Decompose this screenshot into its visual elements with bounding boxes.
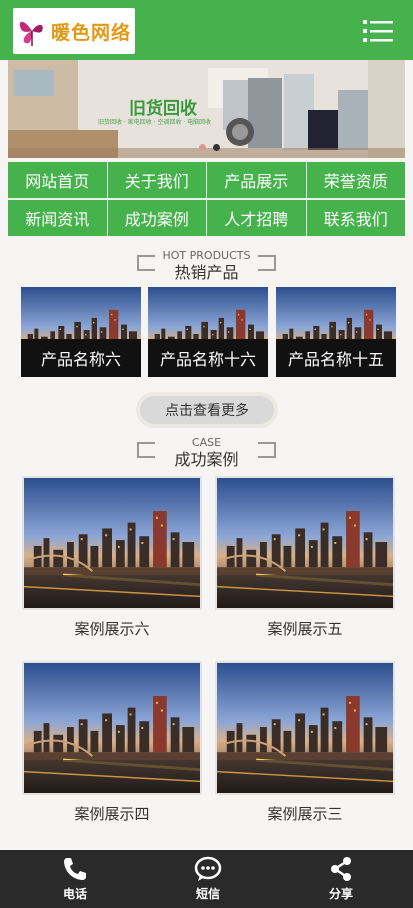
nav-item-jobs[interactable]: 人才招聘 xyxy=(207,200,306,236)
logo[interactable]: 暖色网络 xyxy=(13,8,135,54)
view-more-button[interactable]: 点击查看更多 xyxy=(140,396,274,424)
product-card[interactable]: 产品名称十五 xyxy=(276,287,396,377)
share-button[interactable]: 分享 xyxy=(272,850,410,908)
nav-item-products[interactable]: 产品展示 xyxy=(207,162,306,198)
case-name[interactable]: 案例展示五 xyxy=(215,618,395,639)
product-card[interactable]: 产品名称十六 xyxy=(148,287,268,377)
nav-item-about[interactable]: 关于我们 xyxy=(107,162,206,198)
call-button[interactable]: 电话 xyxy=(6,850,144,908)
logo-text: 暖色网络 xyxy=(51,21,132,44)
cases-heading-zh: 成功案例 xyxy=(174,450,239,469)
chat-icon xyxy=(194,856,222,881)
nav-item-news[interactable]: 新闻资讯 xyxy=(8,200,107,236)
sms-label: 短信 xyxy=(195,887,220,901)
case-image xyxy=(24,478,200,608)
nav-item-home[interactable]: 网站首页 xyxy=(8,162,107,198)
bottom-toolbar: 电话 短信 分享 xyxy=(0,850,413,908)
carousel-dot[interactable] xyxy=(199,144,206,151)
butterfly-logo-icon xyxy=(19,21,43,46)
phone-icon xyxy=(64,858,86,880)
case-name[interactable]: 案例展示三 xyxy=(215,803,395,824)
cases-section-heading: CASE 成功案例 xyxy=(0,436,413,470)
main-nav: 网站首页 关于我们 产品展示 荣誉资质 新闻资讯 成功案例 人才招聘 联系我们 xyxy=(8,162,405,236)
header: 暖色网络 xyxy=(0,0,413,60)
call-label: 电话 xyxy=(62,887,87,901)
case-card[interactable] xyxy=(22,476,202,610)
case-card[interactable] xyxy=(215,661,395,795)
case-card[interactable] xyxy=(215,476,395,610)
products-section-heading: HOT PRODUCTS 热销产品 xyxy=(0,249,413,283)
products-heading-zh: 热销产品 xyxy=(174,263,239,282)
banner-subtitle: 旧货回收 · 家电回收 · 空调回收 · 电脑回收 xyxy=(98,119,212,126)
banner-image xyxy=(8,60,405,158)
product-card[interactable]: 产品名称六 xyxy=(21,287,141,377)
case-image xyxy=(217,663,393,793)
share-label: 分享 xyxy=(328,887,353,901)
nav-item-contact[interactable]: 联系我们 xyxy=(306,200,405,236)
case-name[interactable]: 案例展示六 xyxy=(22,618,202,639)
hero-banner[interactable]: 旧货回收 旧货回收 · 家电回收 · 空调回收 · 电脑回收 xyxy=(8,60,405,158)
nav-item-honors[interactable]: 荣誉资质 xyxy=(306,162,405,198)
case-image xyxy=(217,478,393,608)
case-name[interactable]: 案例展示四 xyxy=(22,803,202,824)
carousel-dot-active[interactable] xyxy=(213,144,220,151)
product-name: 产品名称十六 xyxy=(148,339,268,377)
nav-item-cases[interactable]: 成功案例 xyxy=(107,200,206,236)
case-image xyxy=(24,663,200,793)
case-card[interactable] xyxy=(22,661,202,795)
banner-title: 旧货回收 xyxy=(129,99,197,119)
sms-button[interactable]: 短信 xyxy=(139,850,277,908)
menu-icon[interactable] xyxy=(363,19,393,43)
product-name: 产品名称六 xyxy=(21,339,141,377)
product-name: 产品名称十五 xyxy=(276,339,396,377)
page: 暖色网络 旧货回收 旧货回收 · 家电回收 · 空调回收 · 电脑回收 网站首页… xyxy=(0,0,413,908)
share-icon xyxy=(331,857,351,881)
